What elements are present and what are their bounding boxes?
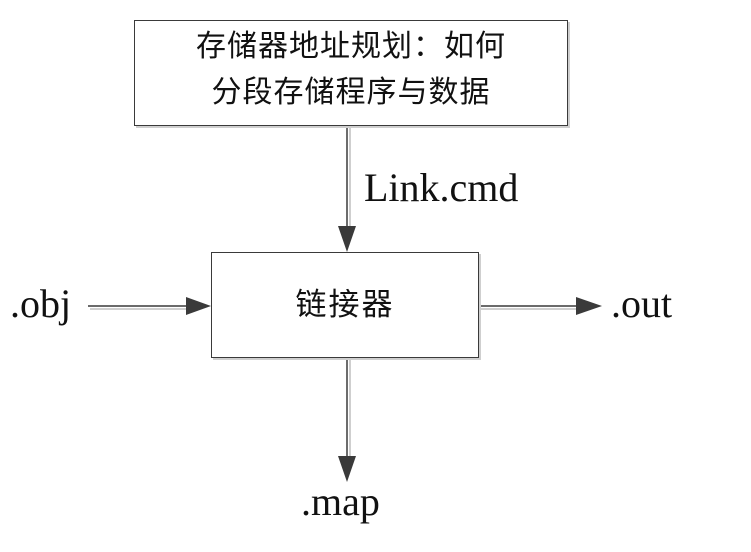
arrow-obj-to-linker: [88, 297, 211, 315]
linker-box: 链接器: [211, 252, 479, 358]
link-cmd-label: Link.cmd: [364, 165, 519, 210]
obj-input-label: .obj: [10, 281, 72, 326]
linker-flow-diagram: 存储器地址规划：如何 分段存储程序与数据 链接器 Link.cmd .obj .…: [0, 0, 751, 552]
map-output-label: .map: [301, 479, 380, 524]
arrow-linker-to-out: [479, 297, 602, 315]
out-output-label: .out: [611, 281, 673, 326]
linker-box-label: 链接器: [295, 287, 395, 323]
arrow-linker-to-map: [338, 358, 356, 482]
planning-box-line-2: 分段存储程序与数据: [211, 75, 491, 110]
planning-box-line-1: 存储器地址规划：如何: [196, 29, 506, 64]
arrow-plan-to-linker: [338, 126, 356, 252]
memory-planning-box: 存储器地址规划：如何 分段存储程序与数据: [134, 20, 568, 126]
